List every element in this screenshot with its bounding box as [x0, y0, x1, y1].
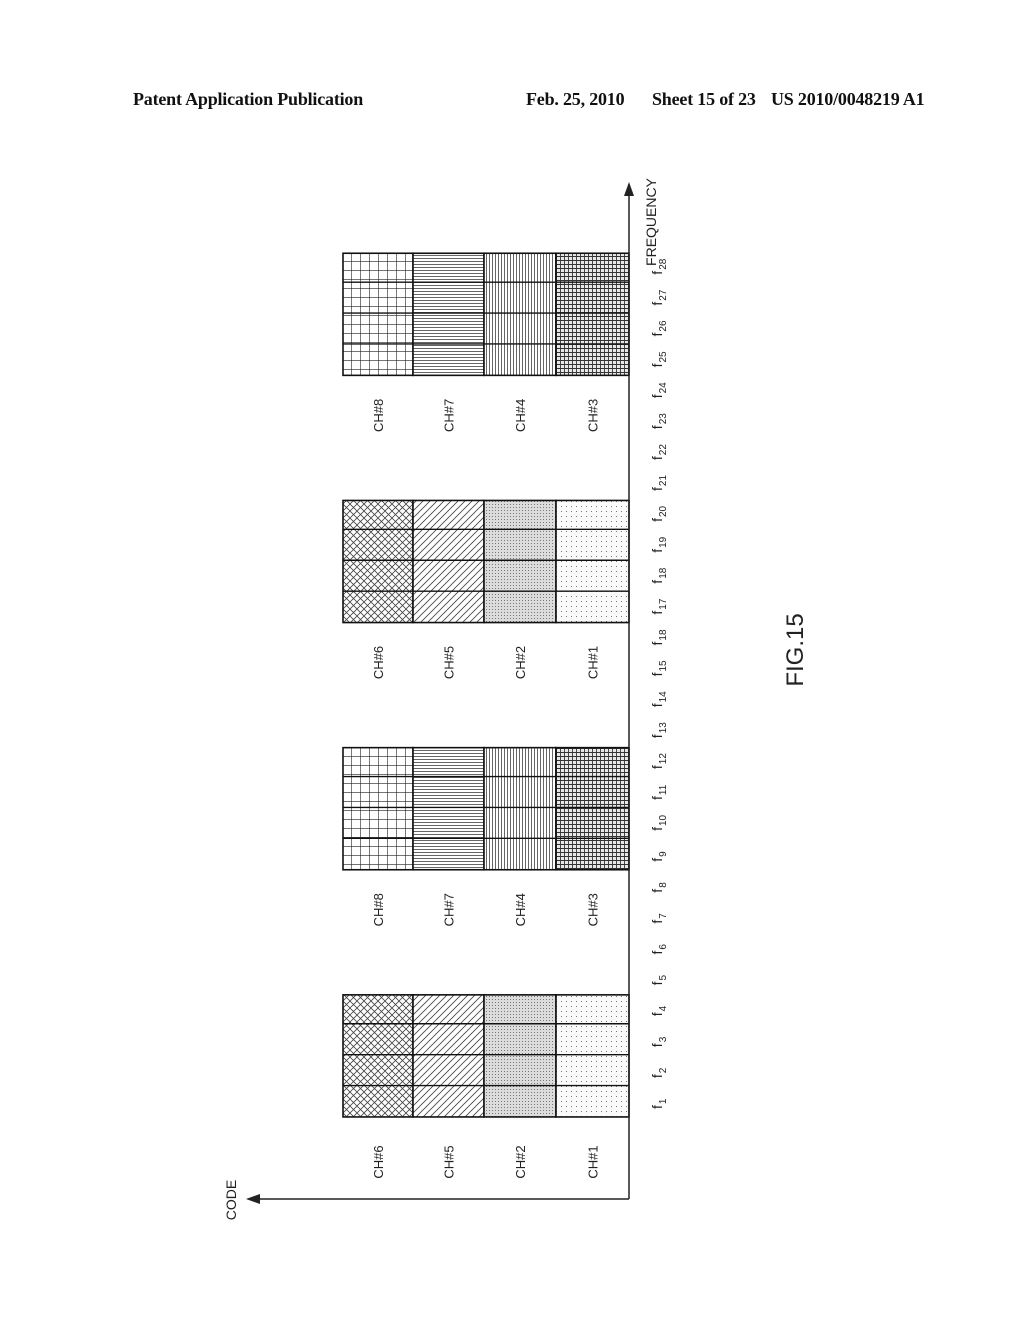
frequency-labels: f1 f2 f3 f4 f5 f6 f7 f8 f9 f10 f11 f12 f13 f14 f15 f18 f… [649, 258, 669, 1109]
channel-block [342, 252, 630, 377]
channel-label: CH#2 [513, 646, 528, 679]
frequency-label: f24 [649, 382, 669, 398]
channel-label: CH#3 [586, 893, 601, 926]
channel-label: CH#8 [371, 399, 386, 432]
frequency-label: f2 [649, 1067, 669, 1078]
channel-block [342, 994, 630, 1118]
channel-label: CH#7 [442, 893, 457, 926]
frequency-label: f1 [649, 1098, 669, 1109]
channel-label: CH#1 [586, 646, 601, 679]
frequency-label: f15 [649, 660, 669, 676]
frequency-label: f7 [649, 913, 669, 924]
frequency-label: f22 [649, 444, 669, 460]
channel-cell-ch4 [483, 746, 557, 871]
channel-block [342, 746, 630, 871]
channel-cell-ch2 [483, 499, 557, 624]
channel-cell-ch8 [342, 252, 414, 377]
frequency-label: f12 [649, 753, 669, 769]
channel-cell-ch3 [555, 252, 630, 377]
channel-label: CH#2 [513, 1145, 528, 1178]
figure-diagram: CH#6 CH#5 CH#2 CH#1 CH#8 CH#7 CH#4 CH#3 CH#6 CH#5… [223, 177, 809, 1220]
channel-cell-ch1 [555, 499, 630, 624]
channel-cell-ch2 [483, 994, 557, 1118]
frequency-label: f17 [649, 598, 669, 614]
channel-cell-ch6 [342, 499, 414, 624]
code-axis-label: CODE [223, 1180, 239, 1220]
channel-cell-ch3 [555, 746, 630, 871]
frequency-label: f23 [649, 413, 669, 429]
channel-label: CH#4 [513, 893, 528, 926]
frequency-label: f4 [649, 1005, 669, 1016]
channel-cell-ch7 [412, 746, 485, 871]
channel-cell-ch8 [342, 746, 414, 871]
channel-cell-ch1 [555, 994, 630, 1118]
frequency-label: f26 [649, 320, 669, 336]
channel-label: CH#7 [442, 399, 457, 432]
channel-cell-ch4 [483, 252, 557, 377]
channel-label: CH#1 [586, 1145, 601, 1178]
channel-cell-ch7 [412, 252, 485, 377]
frequency-axis-arrow-icon [624, 182, 634, 196]
frequency-label: f27 [649, 289, 669, 305]
frequency-label: f10 [649, 814, 669, 830]
frequency-label: f8 [649, 882, 669, 893]
channel-block [342, 499, 630, 624]
channel-label: CH#4 [513, 399, 528, 432]
figure-caption: FIG.15 [782, 613, 809, 686]
frequency-label: f21 [649, 475, 669, 491]
channel-label: CH#8 [371, 893, 386, 926]
frequency-label: f3 [649, 1036, 669, 1047]
frequency-label: f19 [649, 536, 669, 552]
frequency-axis-label: FREQUENCY [643, 177, 659, 266]
channel-cell-ch6 [342, 994, 414, 1118]
frequency-label: f25 [649, 351, 669, 367]
channel-label: CH#5 [442, 1145, 457, 1178]
channel-label: CH#5 [442, 646, 457, 679]
code-axis-arrow-icon [246, 1194, 260, 1204]
frequency-label: f20 [649, 505, 669, 521]
frequency-label: f5 [649, 975, 669, 986]
frequency-label: f9 [649, 851, 669, 862]
frequency-label: f18 [649, 629, 669, 645]
frequency-label: f14 [649, 691, 669, 707]
channel-cell-ch5 [412, 994, 485, 1118]
channel-cell-ch5 [412, 499, 485, 624]
channel-blocks [342, 252, 630, 1118]
channel-label: CH#3 [586, 399, 601, 432]
channel-label: CH#6 [371, 646, 386, 679]
frequency-label: f13 [649, 722, 669, 738]
frequency-label: f18 [649, 567, 669, 583]
frequency-label: f11 [649, 784, 669, 800]
frequency-label: f6 [649, 944, 669, 955]
channel-label: CH#6 [371, 1145, 386, 1178]
